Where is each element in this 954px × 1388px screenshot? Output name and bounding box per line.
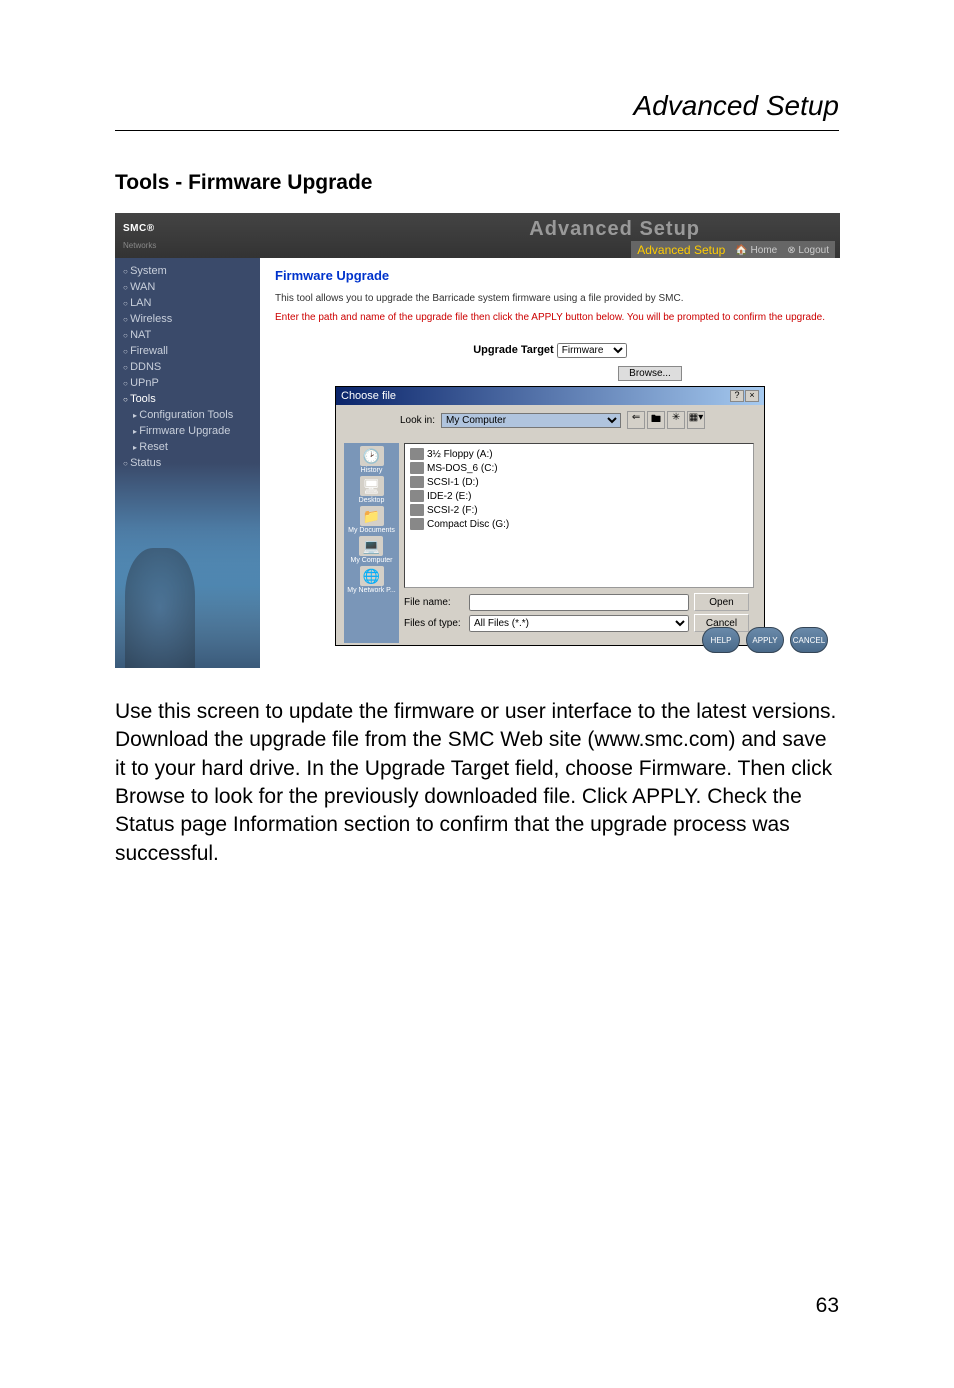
place-computer[interactable]: 💻 My Computer xyxy=(350,536,392,564)
drive-e[interactable]: IDE-2 (E:) xyxy=(408,489,750,503)
action-buttons: HELP APPLY CANCEL xyxy=(702,627,828,653)
sidebar-item-tools[interactable]: Tools xyxy=(115,391,260,407)
sidebar-item-wireless[interactable]: Wireless xyxy=(115,311,260,327)
filename-input[interactable] xyxy=(469,594,689,611)
upgrade-target-label: Upgrade Target xyxy=(473,344,553,356)
apply-button[interactable]: APPLY xyxy=(746,627,784,653)
open-button[interactable]: Open xyxy=(694,593,749,611)
drive-c[interactable]: MS-DOS_6 (C:) xyxy=(408,461,750,475)
main-text-1: This tool allows you to upgrade the Barr… xyxy=(275,293,825,304)
dialog-titlebar: Choose file ? × xyxy=(336,387,764,405)
file-list-area: 3½ Floppy (A:) MS-DOS_6 (C:) SCSI-1 (D:)… xyxy=(404,443,756,643)
section-title: Tools - Firmware Upgrade xyxy=(115,171,839,195)
filetype-label: Files of type: xyxy=(404,618,464,629)
filetype-select[interactable]: All Files (*.*) xyxy=(469,615,689,632)
sidebar-item-nat[interactable]: NAT xyxy=(115,327,260,343)
computer-icon: 💻 xyxy=(359,536,383,556)
sidebar-item-wan[interactable]: WAN xyxy=(115,279,260,295)
documents-icon: 📁 xyxy=(360,506,384,526)
new-folder-icon[interactable]: ✳ xyxy=(667,411,685,429)
help-titlebar-icon[interactable]: ? xyxy=(730,390,744,402)
sidebar-item-reset[interactable]: Reset xyxy=(115,439,260,455)
floppy-icon xyxy=(410,448,424,460)
sidebar-item-config-tools[interactable]: Configuration Tools xyxy=(115,407,260,423)
drive-floppy[interactable]: 3½ Floppy (A:) xyxy=(408,447,750,461)
files-panel[interactable]: 3½ Floppy (A:) MS-DOS_6 (C:) SCSI-1 (D:)… xyxy=(404,443,754,588)
help-button[interactable]: HELP xyxy=(702,627,740,653)
upgrade-target-row: Upgrade Target Firmware xyxy=(275,343,825,358)
app-header: SMC® Networks Advanced Setup Advanced Se… xyxy=(115,213,840,258)
lookin-select[interactable]: My Computer xyxy=(441,413,621,428)
close-titlebar-icon[interactable]: × xyxy=(745,390,759,402)
sidebar-graphic xyxy=(115,528,260,668)
drive-d[interactable]: SCSI-1 (D:) xyxy=(408,475,750,489)
brand-title: Advanced Setup xyxy=(529,218,700,241)
hdd-icon xyxy=(410,462,424,474)
filename-label: File name: xyxy=(404,597,464,608)
hdd-icon xyxy=(410,490,424,502)
history-icon: 🕑 xyxy=(360,446,384,466)
lookin-label: Look in: xyxy=(400,415,435,426)
browse-row: Browse... xyxy=(275,366,825,381)
places-bar: 🕑 History 🖥 Desktop 📁 My Documents 💻 My … xyxy=(344,443,399,643)
views-icon[interactable]: ▦▾ xyxy=(687,411,705,429)
place-network[interactable]: 🌐 My Network P... xyxy=(347,566,396,594)
up-icon[interactable]: 🖿 xyxy=(647,411,665,429)
place-documents[interactable]: 📁 My Documents xyxy=(348,506,395,534)
cancel-button[interactable]: CANCEL xyxy=(790,627,828,653)
upgrade-target-select[interactable]: Firmware xyxy=(557,343,627,358)
header-divider xyxy=(115,130,839,131)
lookin-row: Look in: My Computer ⇐ 🖿 ✳ ▦▾ xyxy=(344,411,756,429)
logo: SMC® xyxy=(123,222,156,243)
network-icon: 🌐 xyxy=(360,566,384,586)
hdd-icon xyxy=(410,504,424,516)
page-header: Advanced Setup xyxy=(115,90,839,122)
dialog-body: 🕑 History 🖥 Desktop 📁 My Documents 💻 My … xyxy=(336,435,764,651)
place-history[interactable]: 🕑 History xyxy=(360,446,384,474)
drive-f[interactable]: SCSI-2 (F:) xyxy=(408,503,750,517)
main-title: Firmware Upgrade xyxy=(275,268,825,283)
desktop-icon: 🖥 xyxy=(360,476,384,496)
page-number: 63 xyxy=(816,1294,839,1318)
body-paragraph: Use this screen to update the firmware o… xyxy=(115,698,839,868)
cd-icon xyxy=(410,518,424,530)
sidebar-item-status[interactable]: Status xyxy=(115,455,260,471)
advanced-setup-label: Advanced Setup xyxy=(637,243,725,257)
top-bar: Advanced Setup 🏠 Home ⊗ Logout xyxy=(631,241,835,259)
main-content: Firmware Upgrade This tool allows you to… xyxy=(260,258,840,668)
logout-link[interactable]: ⊗ Logout xyxy=(787,245,829,256)
sidebar-item-ddns[interactable]: DDNS xyxy=(115,359,260,375)
sidebar-item-lan[interactable]: LAN xyxy=(115,295,260,311)
back-icon[interactable]: ⇐ xyxy=(627,411,645,429)
home-link[interactable]: 🏠 Home xyxy=(735,245,777,256)
drive-g[interactable]: Compact Disc (G:) xyxy=(408,517,750,531)
browse-button[interactable]: Browse... xyxy=(618,366,682,381)
place-desktop[interactable]: 🖥 Desktop xyxy=(359,476,385,504)
sidebar-item-firewall[interactable]: Firewall xyxy=(115,343,260,359)
hdd-icon xyxy=(410,476,424,488)
sidebar-item-system[interactable]: System xyxy=(115,263,260,279)
logo-subtitle: Networks xyxy=(123,241,156,250)
person-graphic xyxy=(125,548,195,668)
dialog-title: Choose file xyxy=(341,390,396,402)
file-dialog: Choose file ? × Look in: My Computer ⇐ 🖿… xyxy=(335,386,765,646)
sidebar-item-firmware-upgrade[interactable]: Firmware Upgrade xyxy=(115,423,260,439)
dialog-toolbar: ⇐ 🖿 ✳ ▦▾ xyxy=(627,411,705,429)
sidebar-item-upnp[interactable]: UPnP xyxy=(115,375,260,391)
sidebar: System WAN LAN Wireless NAT Firewall DDN… xyxy=(115,258,260,668)
embedded-screenshot: SMC® Networks Advanced Setup Advanced Se… xyxy=(115,213,840,668)
main-text-2: Enter the path and name of the upgrade f… xyxy=(275,312,825,323)
